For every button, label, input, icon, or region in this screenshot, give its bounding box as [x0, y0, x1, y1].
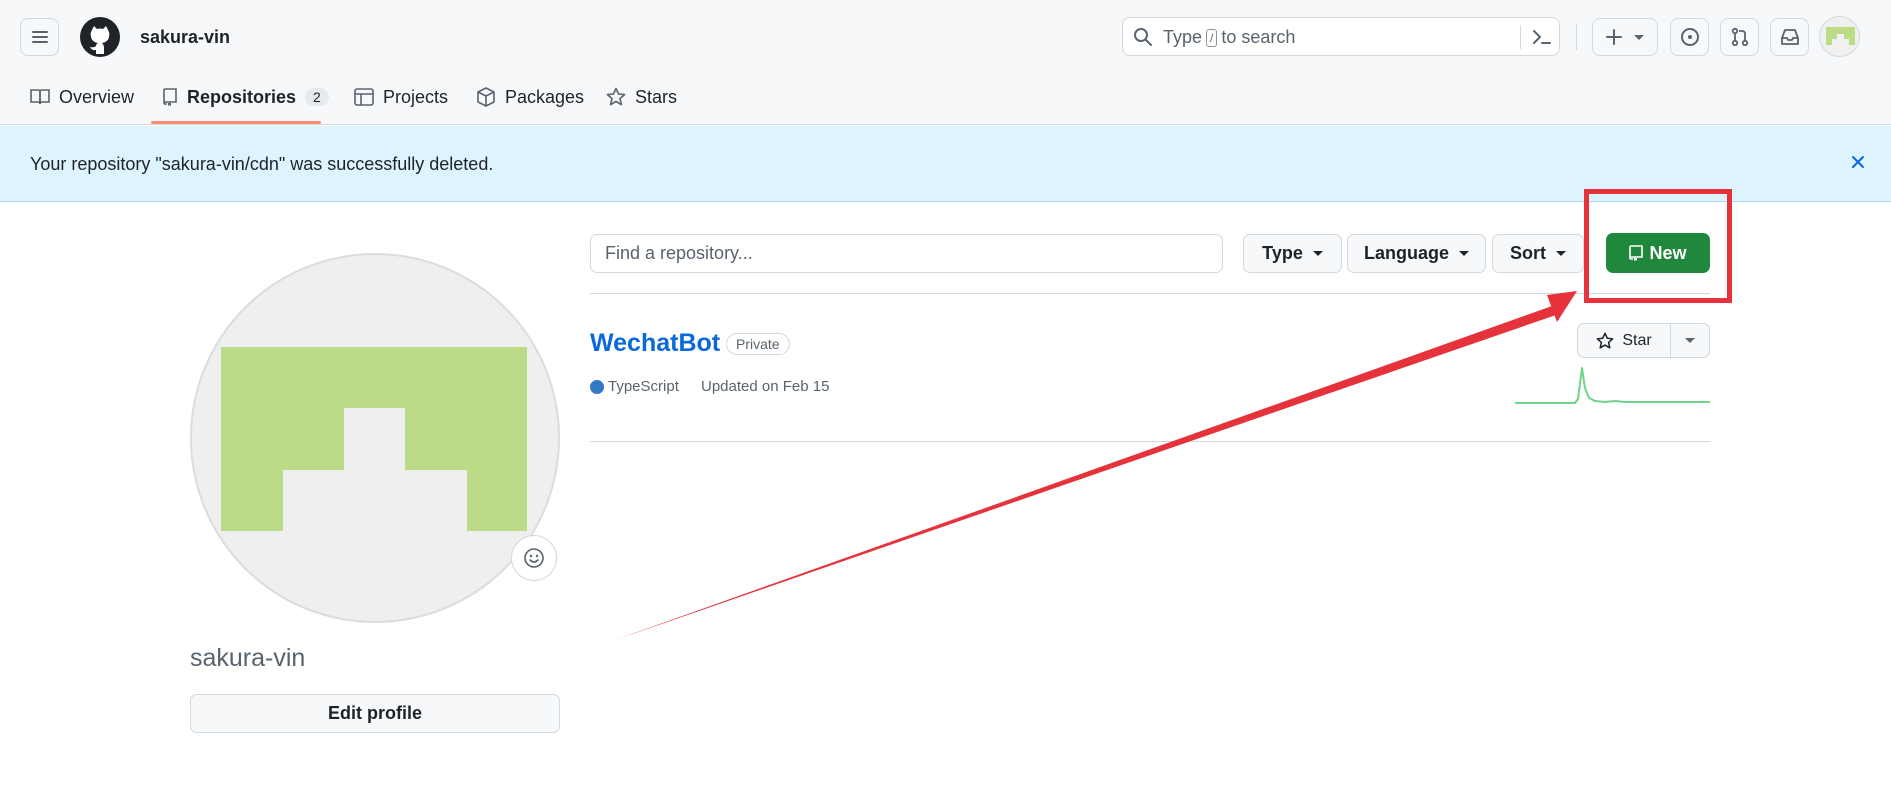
chevron-down-icon	[1312, 251, 1323, 256]
tab-label: Stars	[635, 86, 678, 107]
search-placeholder: Type / to search	[1163, 27, 1295, 48]
star-button[interactable]: Star	[1578, 324, 1671, 357]
list-divider	[590, 441, 1710, 442]
type-filter-dropdown[interactable]: Type	[1243, 234, 1342, 273]
list-divider	[590, 293, 1710, 294]
edit-profile-button[interactable]: Edit profile	[190, 694, 560, 733]
dropdown-label: Sort	[1510, 243, 1546, 263]
book-icon	[30, 89, 50, 105]
context-username[interactable]: sakura-vin	[140, 27, 230, 48]
tab-label: Repositories	[187, 86, 297, 107]
language-color-dot	[590, 380, 604, 394]
command-palette-icon[interactable]	[1531, 26, 1553, 48]
header-separator	[1576, 24, 1577, 50]
inbox-icon	[1780, 29, 1799, 45]
package-icon	[477, 87, 495, 107]
repo-name-link[interactable]: WechatBot	[590, 329, 720, 358]
plus-icon	[1606, 29, 1622, 45]
user-avatar[interactable]	[1819, 16, 1860, 57]
search-divider	[1520, 25, 1521, 49]
tab-packages[interactable]: Packages	[476, 80, 584, 114]
tab-overview[interactable]: Overview	[30, 80, 134, 114]
profile-avatar[interactable]	[190, 253, 560, 623]
tab-label: Packages	[505, 86, 585, 107]
chevron-down-icon	[1556, 251, 1566, 256]
flash-message: Your repository "sakura-vin/cdn" was suc…	[30, 154, 494, 174]
global-header: sakura-vin Type / to search Overview Rep…	[0, 0, 1891, 125]
highlight-box-annotation	[1584, 189, 1732, 303]
search-prefix: Type	[1163, 27, 1203, 47]
github-logo[interactable]	[79, 16, 121, 58]
star-icon	[1596, 332, 1614, 349]
repo-updated-time: Updated on Feb 15	[701, 378, 830, 395]
repo-icon	[163, 88, 177, 106]
table-icon	[354, 88, 374, 106]
close-icon[interactable]	[1850, 154, 1866, 170]
find-repository-input[interactable]	[590, 234, 1223, 273]
star-icon	[606, 87, 626, 106]
tab-repositories[interactable]: Repositories 2	[162, 80, 329, 114]
dropdown-label: Language	[1363, 243, 1449, 263]
repo-language: TypeScript	[608, 378, 679, 395]
inbox-button[interactable]	[1770, 18, 1809, 56]
chevron-down-icon	[1634, 34, 1644, 40]
tab-stars[interactable]: Stars	[606, 80, 677, 114]
issues-button[interactable]	[1670, 18, 1709, 56]
activity-sparkline	[1515, 367, 1710, 404]
visibility-badge: Private	[726, 333, 790, 355]
pull-requests-button[interactable]	[1720, 18, 1759, 56]
repo-count-badge: 2	[305, 88, 329, 106]
tab-label: Overview	[59, 86, 135, 107]
star-button-group: Star	[1577, 323, 1710, 358]
tab-projects[interactable]: Projects	[354, 80, 448, 114]
sort-dropdown[interactable]: Sort	[1492, 234, 1584, 273]
search-icon	[1134, 28, 1152, 46]
star-lists-dropdown[interactable]	[1671, 324, 1709, 357]
selected-tab-underline	[151, 121, 321, 124]
hamburger-menu-button[interactable]	[20, 18, 59, 56]
set-status-button[interactable]	[511, 535, 557, 581]
create-new-button[interactable]	[1592, 18, 1658, 56]
smiley-icon	[524, 548, 544, 568]
issues-icon	[1680, 28, 1699, 46]
pull-requests-icon	[1731, 27, 1748, 47]
global-search[interactable]: Type / to search	[1122, 17, 1560, 56]
search-suffix: to search	[1221, 27, 1296, 47]
hamburger-icon	[31, 31, 48, 43]
tab-label: Projects	[383, 86, 449, 107]
search-shortcut-key: /	[1206, 28, 1218, 47]
chevron-down-icon	[1685, 338, 1695, 343]
profile-username: sakura-vin	[190, 644, 306, 672]
chevron-down-icon	[1459, 251, 1469, 256]
identicon-avatar	[1826, 27, 1855, 45]
identicon-avatar	[221, 347, 527, 531]
star-label: Star	[1622, 331, 1652, 349]
dropdown-label: Type	[1262, 243, 1303, 263]
language-filter-dropdown[interactable]: Language	[1347, 234, 1486, 273]
